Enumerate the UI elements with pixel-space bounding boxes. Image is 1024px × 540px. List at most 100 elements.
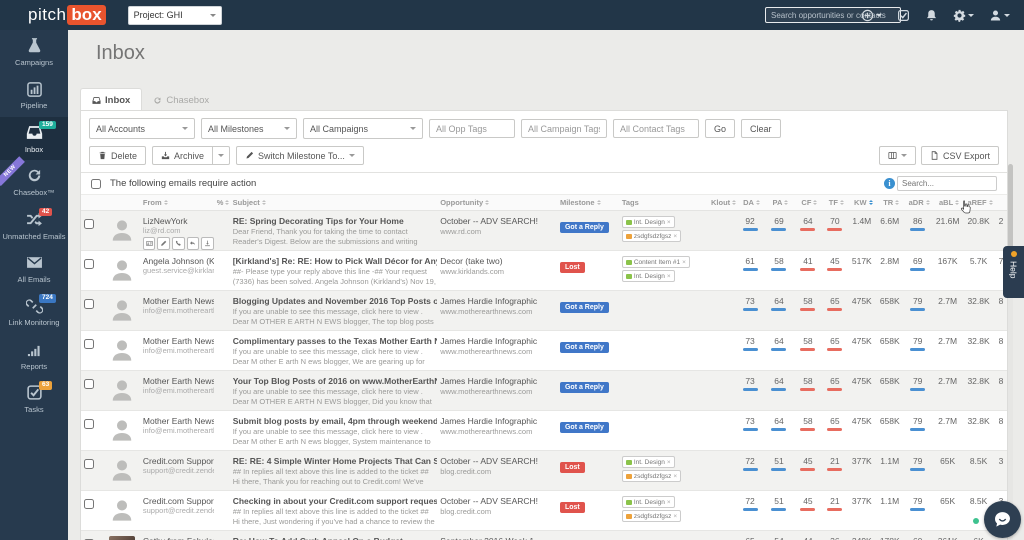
sort-icon[interactable] [926, 198, 930, 207]
reply-action-button[interactable] [187, 237, 200, 250]
pitchbox-logo[interactable]: pitch box [28, 5, 106, 25]
row-checkbox[interactable] [84, 499, 94, 509]
scrollbar-thumb[interactable] [1008, 164, 1013, 250]
milestone-badge[interactable]: Got a Reply [560, 222, 609, 233]
sort-icon[interactable] [164, 198, 168, 207]
sidebar-item-chasebox[interactable]: NEWChasebox™ [0, 160, 68, 203]
tag-chip[interactable]: zsdgfsdzfgsz× [622, 510, 681, 522]
row-checkbox[interactable] [84, 419, 94, 429]
opportunity-url[interactable]: blog.credit.com [440, 507, 557, 516]
column-header-opp[interactable]: Opportunity [440, 198, 560, 207]
card-action-button[interactable] [143, 237, 156, 250]
tasks-button[interactable] [897, 9, 910, 22]
email-row[interactable]: Angela Johnson (Kirkla...guest.service@k… [81, 251, 1007, 291]
tab-chasebox[interactable]: Chasebox [142, 89, 220, 111]
email-row[interactable]: Cathy from Fabulessly ...cathy@fabulessl… [81, 531, 1007, 540]
phone-action-button[interactable] [172, 237, 185, 250]
notifications-button[interactable] [925, 9, 938, 22]
column-chooser-button[interactable] [879, 146, 916, 165]
milestone-badge[interactable]: Got a Reply [560, 302, 609, 313]
tag-chip[interactable]: zsdgfsdzfgsz× [622, 470, 681, 482]
tag-chip[interactable]: Int. Design× [622, 270, 675, 282]
sort-icon[interactable] [813, 198, 817, 207]
row-checkbox[interactable] [84, 339, 94, 349]
column-header-subject[interactable]: Subject [233, 198, 441, 207]
sort-icon[interactable] [756, 198, 760, 207]
sidebar-item-pipeline[interactable]: Pipeline [0, 73, 68, 116]
sort-icon[interactable] [989, 198, 993, 207]
remove-tag-icon[interactable]: × [667, 499, 671, 506]
row-checkbox[interactable] [84, 379, 94, 389]
tag-chip[interactable]: zsdgfsdzfgsz× [622, 230, 681, 242]
tab-inbox[interactable]: Inbox [80, 88, 142, 111]
help-tab[interactable]: Help [1003, 246, 1024, 298]
tag-chip[interactable]: Int. Design× [622, 216, 675, 228]
add-button[interactable] [861, 9, 882, 22]
remove-tag-icon[interactable]: × [682, 259, 686, 266]
remove-tag-icon[interactable]: × [673, 513, 677, 520]
row-checkbox[interactable] [84, 259, 94, 269]
go-button[interactable]: Go [705, 119, 735, 138]
opportunity-url[interactable]: www.motherearthnews.com [440, 427, 557, 436]
column-header-pa[interactable]: PA [766, 198, 796, 207]
email-row[interactable]: Mother Earth Newsinfo@emi.motherearthn..… [81, 331, 1007, 371]
contact-tags-input[interactable] [613, 119, 699, 138]
sort-icon[interactable] [784, 198, 788, 207]
remove-tag-icon[interactable]: × [667, 459, 671, 466]
csv-export-button[interactable]: CSV Export [921, 146, 999, 165]
info-icon[interactable]: i [884, 178, 895, 189]
sidebar-item-all-emails[interactable]: All Emails [0, 247, 68, 290]
switch-milestone-button[interactable]: Switch Milestone To... [236, 146, 364, 165]
milestone-badge[interactable]: Got a Reply [560, 422, 609, 433]
remove-tag-icon[interactable]: × [673, 233, 677, 240]
sort-icon[interactable] [262, 198, 266, 207]
remove-tag-icon[interactable]: × [667, 273, 671, 280]
campaign-tags-input[interactable] [521, 119, 607, 138]
campaigns-filter-select[interactable]: All Campaigns [303, 118, 423, 139]
row-checkbox[interactable] [84, 459, 94, 469]
email-row[interactable]: LizNewYorkliz@rd.comRE: Spring Decoratin… [81, 211, 1007, 251]
pencil-action-button[interactable] [157, 237, 170, 250]
sidebar-item-reports[interactable]: Reports [0, 334, 68, 377]
email-row[interactable]: Credit.com Supportsupport@credit.zendes.… [81, 451, 1007, 491]
column-header-milestone[interactable]: Milestone [560, 198, 622, 207]
email-row[interactable]: Mother Earth Newsinfo@emi.motherearthn..… [81, 371, 1007, 411]
archive-button[interactable]: Archive [152, 146, 213, 165]
sort-icon[interactable] [840, 198, 844, 207]
delete-button[interactable]: Delete [89, 146, 146, 165]
email-row[interactable]: Mother Earth Newsinfo@emi.motherearthn..… [81, 291, 1007, 331]
sidebar-item-unmatched-emails[interactable]: 42Unmatched Emails [0, 204, 68, 247]
milestone-badge[interactable]: Got a Reply [560, 382, 609, 393]
opportunity-url[interactable]: www.motherearthnews.com [440, 347, 557, 356]
tag-chip[interactable]: Content Item #1× [622, 256, 690, 268]
sort-icon[interactable] [869, 198, 873, 207]
settings-button[interactable] [953, 9, 974, 22]
column-header-kw[interactable]: KW [849, 198, 877, 207]
column-header-adr[interactable]: aDR [905, 198, 933, 207]
sort-icon[interactable] [225, 198, 229, 207]
archive-dropdown-button[interactable] [213, 146, 230, 165]
sidebar-item-campaigns[interactable]: Campaigns [0, 30, 68, 73]
sort-icon[interactable] [732, 198, 736, 207]
vertical-scrollbar[interactable] [1008, 164, 1013, 540]
row-checkbox[interactable] [84, 299, 94, 309]
clear-button[interactable]: Clear [741, 119, 781, 138]
opportunity-url[interactable]: www.rd.com [440, 227, 557, 236]
opportunity-url[interactable]: www.motherearthnews.com [440, 387, 557, 396]
chat-widget-button[interactable] [984, 501, 1021, 538]
opportunity-url[interactable]: www.kirklands.com [440, 267, 557, 276]
milestone-badge[interactable]: Lost [560, 502, 585, 513]
tag-chip[interactable]: Int. Design× [622, 456, 675, 468]
remove-tag-icon[interactable]: × [673, 473, 677, 480]
sort-icon[interactable] [895, 198, 899, 207]
row-checkbox[interactable] [84, 219, 94, 229]
remove-tag-icon[interactable]: × [667, 219, 671, 226]
sort-icon[interactable] [597, 198, 601, 207]
milestone-badge[interactable]: Lost [560, 262, 585, 273]
sidebar-item-link-monitoring[interactable]: 724Link Monitoring [0, 290, 68, 333]
sidebar-item-inbox[interactable]: 159Inbox [0, 117, 68, 160]
milestone-badge[interactable]: Lost [560, 462, 585, 473]
select-all-checkbox[interactable] [91, 179, 101, 189]
column-header-tags[interactable]: Tags [622, 198, 710, 207]
milestones-filter-select[interactable]: All Milestones [201, 118, 297, 139]
